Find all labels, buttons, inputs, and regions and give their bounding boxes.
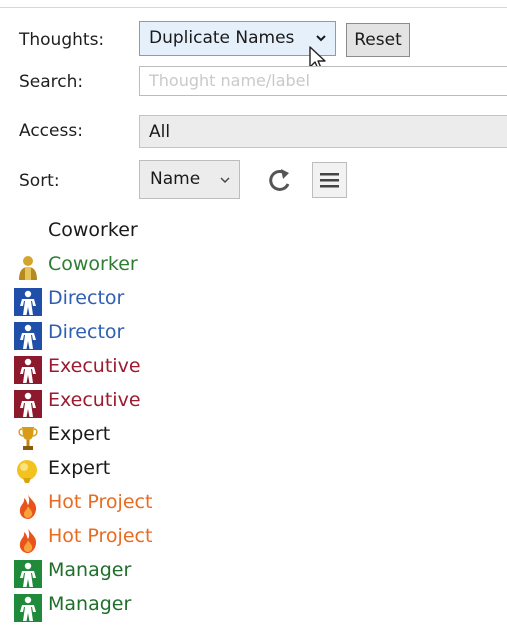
thoughts-select[interactable]: Duplicate Names (139, 21, 336, 56)
thought-name: Coworker (48, 253, 138, 275)
list-view-button[interactable] (312, 162, 347, 198)
person-red-icon (14, 390, 42, 418)
thoughts-label: Thoughts: (19, 30, 105, 50)
list-item[interactable]: Executive (0, 350, 260, 384)
search-placeholder: Thought name/label (149, 71, 310, 90)
list-item[interactable]: Manager (0, 554, 260, 588)
list-item[interactable]: Expert (0, 418, 260, 452)
thoughts-select-value: Duplicate Names (149, 28, 295, 48)
search-input[interactable]: Thought name/label (139, 66, 507, 96)
list-item[interactable]: Hot Project (0, 486, 260, 520)
flame-icon (14, 526, 42, 554)
thought-name: Coworker (48, 219, 138, 241)
person-blue-icon (14, 322, 42, 350)
list-item[interactable]: Coworker (0, 248, 260, 282)
thought-name: Manager (48, 593, 132, 615)
list-item[interactable]: Director (0, 316, 260, 350)
search-label: Search: (19, 72, 84, 92)
thought-name: Executive (48, 355, 141, 377)
person-red-icon (14, 356, 42, 384)
person-green-icon (14, 560, 42, 588)
list-item[interactable]: Hot Project (0, 520, 260, 554)
thought-name: Director (48, 287, 125, 309)
person-blue-icon (14, 288, 42, 316)
thought-name: Executive (48, 389, 141, 411)
access-label: Access: (19, 121, 83, 141)
reset-button[interactable]: Reset (346, 23, 410, 57)
access-select[interactable]: All (139, 115, 507, 148)
thought-name: Hot Project (48, 491, 153, 513)
access-select-value: All (149, 122, 171, 142)
thought-name: Director (48, 321, 125, 343)
sort-select[interactable]: Name (139, 160, 240, 199)
lightbulb-icon (14, 458, 42, 486)
sort-label: Sort: (19, 171, 60, 191)
list-item[interactable]: Director (0, 282, 260, 316)
thought-name: Manager (48, 559, 132, 581)
refresh-icon[interactable] (266, 165, 294, 195)
list-item[interactable]: Coworker (0, 214, 260, 248)
list-item[interactable]: Executive (0, 384, 260, 418)
list-view-icon (320, 173, 339, 188)
thought-name: Hot Project (48, 525, 153, 547)
trophy-icon (14, 424, 42, 452)
chevron-down-icon (220, 177, 230, 183)
person-gold-icon (14, 254, 42, 282)
person-green-icon (14, 594, 42, 622)
list-item[interactable]: Manager (0, 588, 260, 622)
top-divider (0, 7, 507, 8)
sort-select-value: Name (150, 169, 201, 189)
list-item[interactable]: Expert (0, 452, 260, 486)
thought-name: Expert (48, 457, 111, 479)
thought-name: Expert (48, 423, 111, 445)
flame-icon (14, 492, 42, 520)
